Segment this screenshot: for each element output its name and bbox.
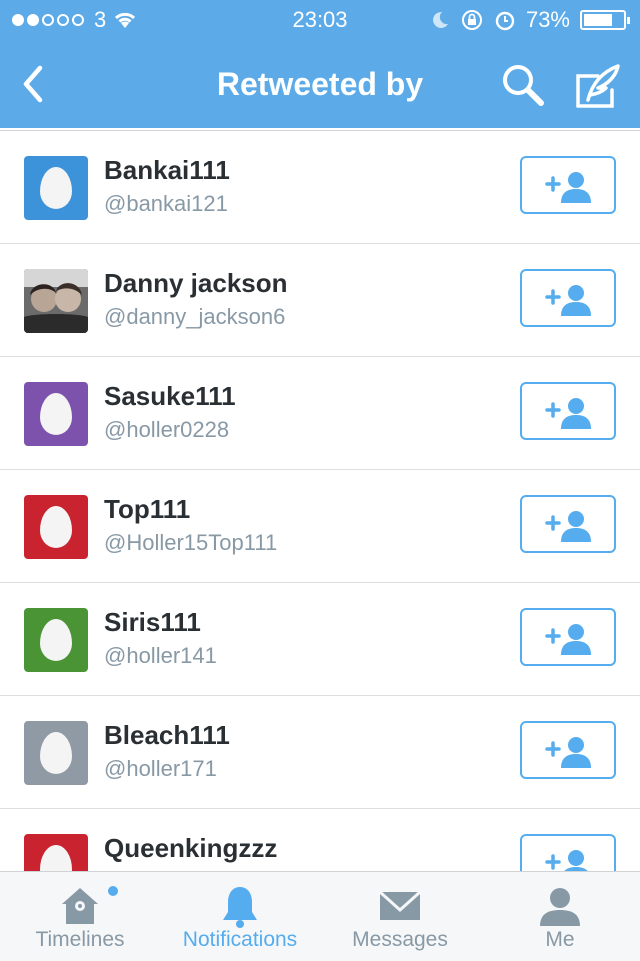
user-handle: @holler0228: [104, 417, 230, 442]
list-item[interactable]: Siris111 @holler141: [0, 583, 640, 696]
user-handle: @bankai121: [104, 191, 228, 216]
add-user-icon: [545, 624, 591, 655]
search-icon[interactable]: [500, 62, 546, 108]
follow-button[interactable]: [520, 495, 616, 553]
tab-label: Notifications: [182, 928, 298, 951]
user-display-name[interactable]: Bleach111: [104, 720, 230, 751]
user-display-name[interactable]: Sasuke111: [104, 381, 236, 412]
egg-icon: [40, 393, 72, 435]
user-display-name[interactable]: Queenkingzzz: [104, 833, 277, 864]
follow-button[interactable]: [520, 156, 616, 214]
battery-icon: [580, 10, 630, 30]
egg-icon: [40, 619, 72, 661]
bell-icon: [223, 887, 257, 928]
tab-label: Me: [545, 928, 575, 951]
navigation-bar: Retweeted by: [0, 40, 640, 128]
list-item[interactable]: Queenkingzzz: [0, 809, 640, 872]
person-icon: [540, 888, 580, 926]
add-user-icon: [545, 511, 591, 542]
list-item[interactable]: Bleach111 @holler171: [0, 696, 640, 809]
egg-icon: [40, 845, 72, 872]
avatar[interactable]: [24, 721, 88, 785]
follow-button[interactable]: [520, 721, 616, 779]
tab-bar: Timelines Notifications Messages Me: [0, 871, 640, 961]
status-bar: 3 23:03 73%: [0, 0, 640, 40]
avatar[interactable]: [24, 382, 88, 446]
egg-icon: [40, 732, 72, 774]
user-handle: @danny_jackson6: [104, 304, 286, 329]
tab-notifications[interactable]: Notifications: [160, 872, 320, 961]
user-handle: @holler171: [104, 756, 217, 781]
avatar[interactable]: [24, 608, 88, 672]
list-item[interactable]: Top111 @Holler15Top111: [0, 470, 640, 583]
user-display-name[interactable]: Top111: [104, 494, 190, 525]
follow-button[interactable]: [520, 269, 616, 327]
avatar[interactable]: [24, 156, 88, 220]
avatar[interactable]: [24, 495, 88, 559]
envelope-icon: [378, 890, 422, 920]
rotation-lock-icon: [461, 10, 482, 30]
tab-label: Messages: [352, 928, 448, 951]
user-display-name[interactable]: Danny jackson: [104, 268, 288, 299]
tab-me[interactable]: Me: [480, 872, 640, 961]
list-item[interactable]: Sasuke111 @holler0228: [0, 357, 640, 470]
add-user-icon: [545, 285, 591, 316]
add-user-icon: [545, 850, 589, 872]
add-user-icon: [545, 172, 591, 203]
follow-button[interactable]: [520, 834, 616, 872]
header: 3 23:03 73% Retweeted by: [0, 0, 640, 128]
list-item[interactable]: Bankai111 @bankai121: [0, 131, 640, 244]
avatar[interactable]: [24, 269, 88, 333]
moon-icon: [433, 11, 448, 28]
compose-tweet-icon[interactable]: [572, 62, 622, 112]
tab-label: Timelines: [35, 928, 125, 951]
retweeter-list: Bankai111 @bankai121 Danny jackson @danny_j…: [0, 130, 640, 872]
tab-timelines[interactable]: Timelines: [0, 872, 160, 961]
egg-icon: [40, 167, 72, 209]
tab-messages[interactable]: Messages: [320, 872, 480, 961]
home-icon: [62, 888, 98, 924]
alarm-icon: [495, 11, 515, 31]
add-user-icon: [545, 737, 591, 768]
battery-percentage: 73%: [525, 7, 570, 32]
egg-icon: [40, 506, 72, 548]
follow-button[interactable]: [520, 608, 616, 666]
list-item[interactable]: Danny jackson @danny_jackson6: [0, 244, 640, 357]
user-display-name[interactable]: Siris111: [104, 607, 201, 638]
user-handle: @Holler15Top111: [104, 530, 278, 555]
follow-button[interactable]: [520, 382, 616, 440]
user-display-name[interactable]: Bankai111: [104, 155, 230, 186]
add-user-icon: [545, 398, 591, 429]
user-handle: @holler141: [104, 643, 217, 668]
avatar[interactable]: [24, 834, 88, 872]
unread-dot: [108, 886, 118, 896]
profile-photo: [24, 269, 88, 333]
